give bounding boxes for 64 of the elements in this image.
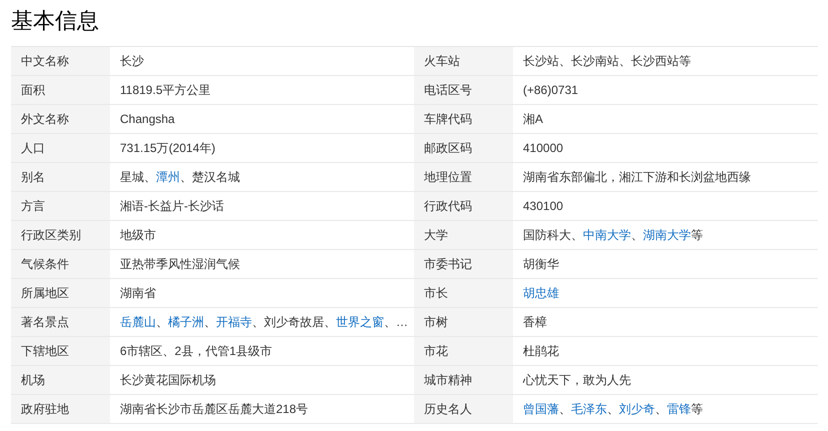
row-value: Changsha [119,111,176,128]
row-label: 行政代码 [414,192,513,220]
row-label: 市委书记 [414,250,513,278]
row-value: 地级市 [119,227,157,244]
link[interactable]: 湖南大学 [643,228,691,242]
row-label: 别名 [11,163,110,191]
link[interactable]: 潭州 [156,170,180,184]
row-label: 大学 [414,221,513,249]
row-value: 胡衡华 [522,256,560,273]
link[interactable]: 雷锋 [667,402,691,416]
row-value: 湖南省 [119,285,157,302]
link[interactable]: 橘子洲 [168,315,204,329]
row-value: 430100 [522,198,564,215]
section-title: 基本信息 [11,7,100,35]
row-label: 地理位置 [414,163,513,191]
link[interactable]: 刘少奇 [619,402,655,416]
row-label: 市花 [414,337,513,365]
row-value: 长沙站、长沙南站、长沙西站等 [522,53,692,70]
row-label: 火车站 [414,47,513,75]
row-label: 车牌代码 [414,105,513,133]
row-label: 城市精神 [414,366,513,394]
row-label: 历史名人 [414,395,513,423]
row-value: 香樟 [522,314,548,331]
row-label: 下辖地区 [11,337,110,365]
row-label: 人口 [11,134,110,162]
row-label: 气候条件 [11,250,110,278]
row-value: 岳麓山、橘子洲、开福寺、刘少奇故居、世界之窗、… [119,314,409,331]
row-value: 长沙 [119,53,145,70]
row-value: 星城、潭州、楚汉名城 [119,169,241,186]
row-label: 外文名称 [11,105,110,133]
row-label: 面积 [11,76,110,104]
row-value: 心忧天下，敢为人先 [522,372,632,389]
row-label: 市长 [414,279,513,307]
row-value: 湖南省长沙市岳麓区岳麓大道218号 [119,401,310,418]
row-value: 长沙黄花国际机场 [119,372,217,389]
row-label: 政府驻地 [11,395,110,423]
row-value: 国防科大、中南大学、湖南大学等 [522,227,704,244]
row-value: (+86)0731 [522,82,580,99]
row-value: 湖南省东部偏北，湘江下游和长浏盆地西缘 [522,169,752,186]
row-label: 方言 [11,192,110,220]
row-value: 410000 [522,140,564,157]
row-label: 市树 [414,308,513,336]
link[interactable]: 曾国藩 [523,402,559,416]
link[interactable]: 毛泽东 [571,402,607,416]
row-value: 湘A [522,111,544,128]
row-value: 湘语-长益片-长沙话 [119,198,225,215]
row-value: 731.15万(2014年) [119,140,216,157]
row-label: 电话区号 [414,76,513,104]
row-label: 邮政区码 [414,134,513,162]
link[interactable]: 中南大学 [583,228,631,242]
link[interactable]: 开福寺 [216,315,252,329]
row-value: 6市辖区、2县，代管1县级市 [119,343,274,360]
row-label: 著名景点 [11,308,110,336]
row-value: 11819.5平方公里 [119,82,212,99]
row-value: 亚热带季风性湿润气候 [119,256,241,273]
link[interactable]: 世界之窗 [336,315,384,329]
row-label: 行政区类别 [11,221,110,249]
row-value: 杜鹃花 [522,343,560,360]
row-label: 所属地区 [11,279,110,307]
link[interactable]: 胡忠雄 [523,286,559,300]
row-label: 中文名称 [11,47,110,75]
row-value: 曾国藩、毛泽东、刘少奇、雷锋等 [522,401,704,418]
row-label: 机场 [11,366,110,394]
link[interactable]: 岳麓山 [120,315,156,329]
